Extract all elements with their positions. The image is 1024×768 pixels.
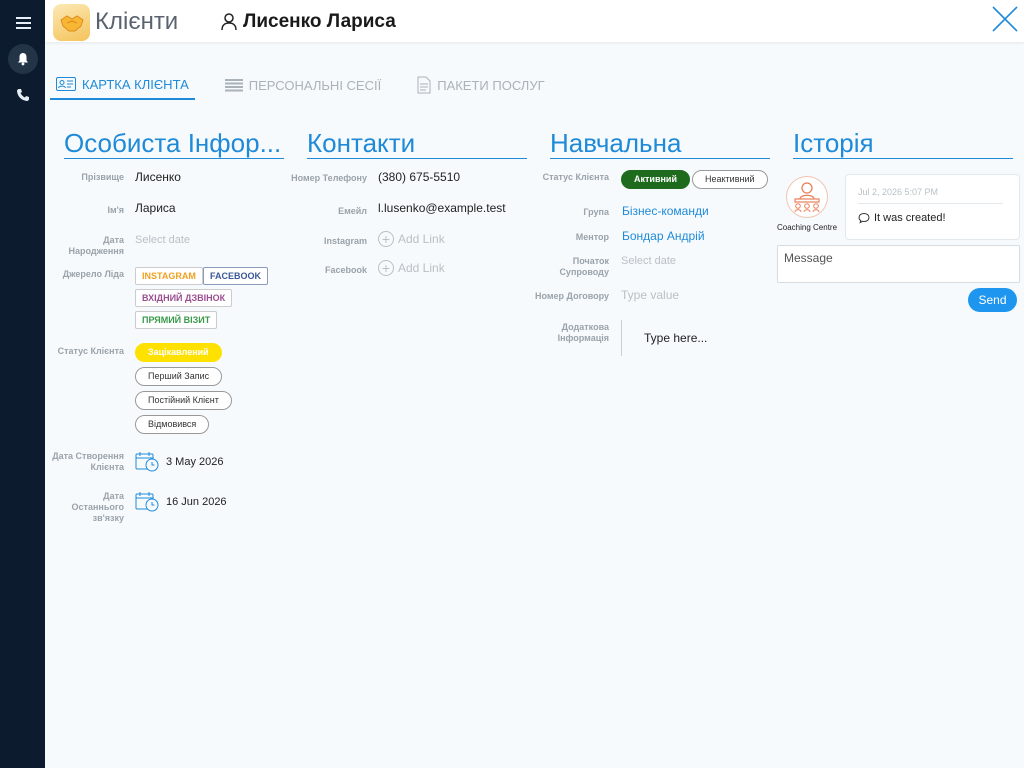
name-value[interactable]: Лариса (135, 201, 176, 215)
calendar-clock-icon (135, 492, 159, 512)
tab-label: КАРТКА КЛІЄНТА (82, 76, 189, 92)
extra-info-textarea[interactable]: Type here... (621, 320, 761, 356)
phone-value[interactable]: (380) 675-5510 (378, 170, 460, 184)
status-inactive-button[interactable]: Неактивний (692, 170, 768, 189)
lead-source-instagram[interactable]: INSTAGRAM (135, 267, 203, 285)
user-icon (221, 13, 237, 31)
contract-label: Номер Договору (535, 291, 609, 301)
status-declined[interactable]: Відмовився (135, 415, 210, 434)
facebook-label: Facebook (324, 265, 367, 275)
tab-client-card[interactable]: КАРТКА КЛІЄНТА (50, 70, 195, 100)
lead-source-facebook[interactable]: FACEBOOK (203, 267, 269, 285)
document-icon (417, 76, 431, 94)
mentor-label: Ментор (575, 232, 609, 242)
status-first-booking[interactable]: Перший Запис (135, 367, 223, 386)
status-regular-client[interactable]: Постійний Клієнт (135, 391, 232, 410)
email-label: Емейл (338, 206, 367, 216)
message-input[interactable] (777, 245, 1020, 283)
last-contact-date[interactable]: 16 Jun 2026 (135, 491, 227, 513)
calendar-clock-icon (135, 452, 159, 472)
start-date-label: Початок Супроводу (559, 256, 609, 277)
created-date-label: Дата Створення Клієнта (52, 451, 124, 472)
group-link[interactable]: Бізнес-команди (622, 204, 709, 218)
menu-icon[interactable] (8, 8, 38, 38)
facebook-add-link[interactable]: + Add Link (378, 260, 445, 276)
tab-label: ПЕРСОНАЛЬНІ СЕСІЇ (248, 77, 382, 93)
lead-source-direct-visit[interactable]: ПРЯМИЙ ВІЗИТ (135, 311, 218, 329)
phone-label: Номер Телефону (291, 173, 367, 183)
contract-input[interactable]: Type value (621, 288, 679, 302)
lead-source-incoming-call[interactable]: ВХІДНИЙ ДЗВІНОК (135, 289, 233, 307)
email-value[interactable]: l.lusenko@example.test (378, 201, 506, 215)
surname-value[interactable]: Лисенко (135, 170, 181, 184)
comment-icon (858, 212, 870, 224)
group-label: Група (583, 207, 609, 217)
history-author: Coaching Centre (777, 223, 838, 232)
history-time: Jul 2, 2026 5:07 PM (858, 187, 939, 197)
created-date[interactable]: 3 May 2026 (135, 451, 223, 473)
status-active-button[interactable]: Активний (621, 170, 690, 189)
close-icon[interactable] (990, 4, 1020, 34)
personal-info-title: Особиста Інфор... (64, 128, 284, 159)
plus-circle-icon: + (378, 231, 394, 247)
tab-service-packages[interactable]: ПАКЕТИ ПОСЛУГ (411, 70, 550, 100)
history-entry: Jul 2, 2026 5:07 PM It was created! (845, 174, 1020, 240)
app-title: Клієнти (95, 8, 179, 35)
birthdate-input[interactable]: Select date (135, 234, 190, 246)
surname-label: Прізвище (81, 172, 124, 182)
client-name: Лисенко Лариса (243, 11, 396, 32)
history-title: Історія (793, 128, 1013, 159)
status-interested[interactable]: Зацікавлений (135, 343, 222, 362)
plus-circle-icon: + (378, 260, 394, 276)
mentor-link[interactable]: Бондар Андрій (622, 229, 705, 243)
contacts-title: Контакти (307, 128, 527, 159)
last-contact-label: Дата Останнього зв'язку (71, 491, 124, 523)
coaching-centre-avatar (786, 176, 828, 218)
instagram-label: Instagram (323, 236, 367, 246)
client-header: Лисенко Лариса (221, 11, 396, 33)
education-title: Навчальна (550, 128, 770, 159)
send-button[interactable]: Send (968, 288, 1017, 312)
phone-icon[interactable] (8, 80, 38, 110)
tab-personal-sessions[interactable]: ПЕРСОНАЛЬНІ СЕСІЇ (219, 70, 387, 100)
birthdate-label: Дата Народження (68, 235, 125, 256)
tab-label: ПАКЕТИ ПОСЛУГ (437, 77, 545, 93)
list-icon (224, 79, 243, 92)
start-date-input[interactable]: Select date (621, 255, 676, 267)
tab-bar: КАРТКА КЛІЄНТА ПЕРСОНАЛЬНІ СЕСІЇ ПАКЕТИ … (50, 70, 575, 100)
lead-source-label: Джерело Ліда (62, 269, 124, 279)
id-card-icon (56, 77, 76, 91)
left-rail (0, 0, 45, 768)
client-status-label: Статус Клієнта (57, 346, 124, 356)
instagram-add-link[interactable]: + Add Link (378, 231, 445, 247)
extra-info-label: Додаткова Інформація (557, 322, 609, 343)
app-logo-icon (53, 4, 90, 41)
history-text: It was created! (858, 212, 946, 224)
header-bar: Клієнти Лисенко Лариса (45, 0, 1024, 42)
divider (858, 203, 1003, 204)
notifications-bell-icon[interactable] (8, 44, 38, 74)
name-label: Ім'я (107, 205, 124, 215)
edu-status-label: Статус Клієнта (542, 172, 609, 182)
